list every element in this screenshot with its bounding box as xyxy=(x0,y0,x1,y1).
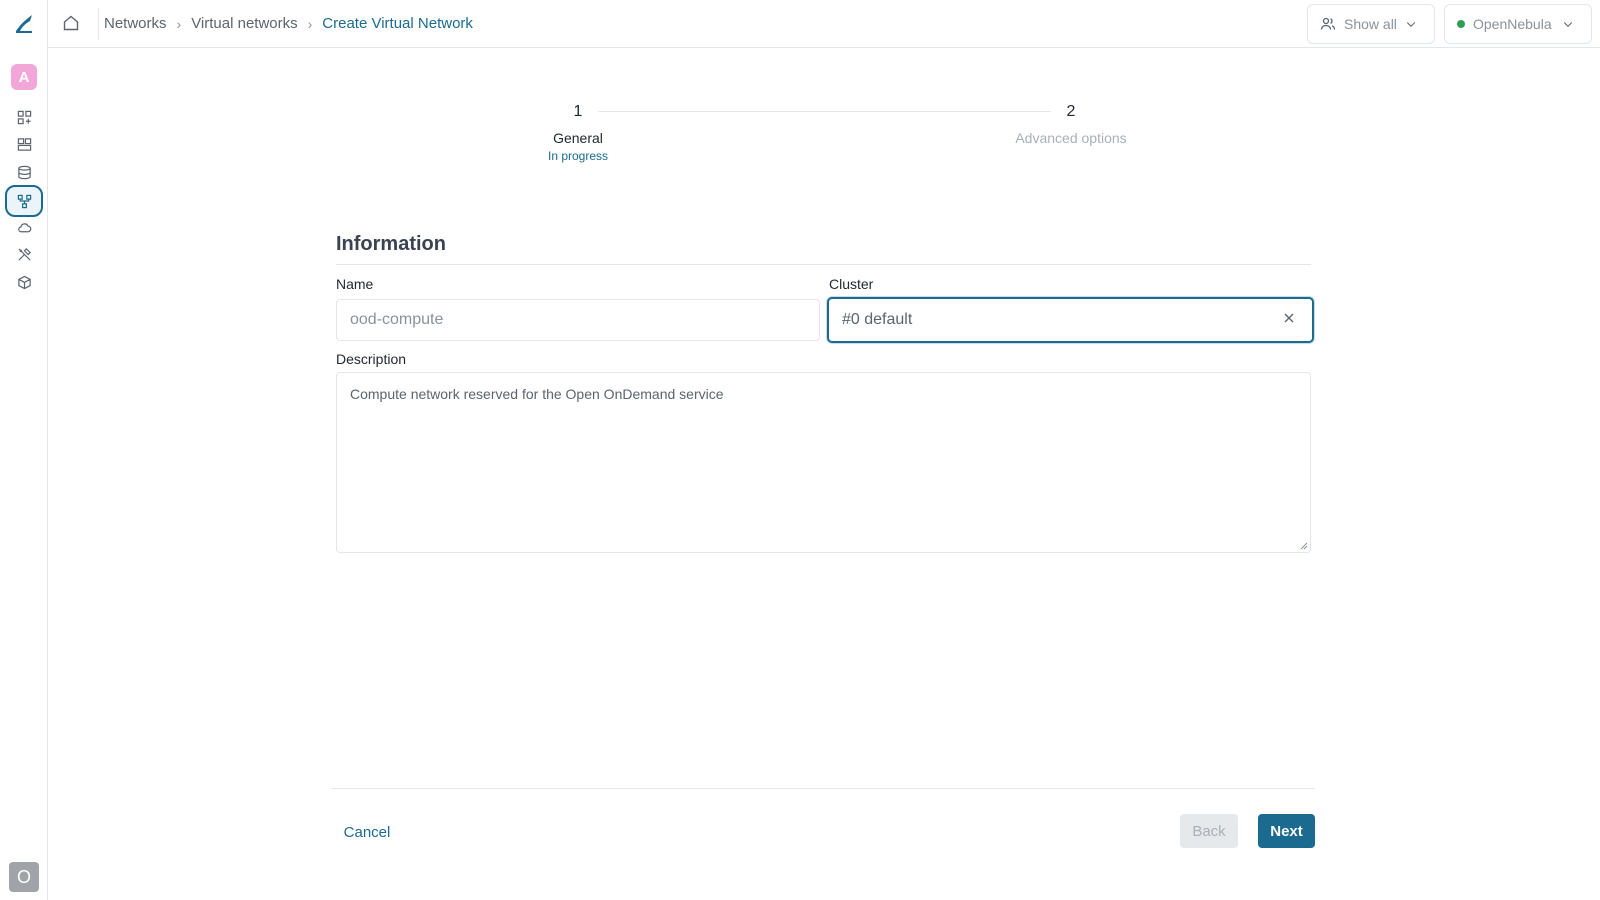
description-value: Compute network reserved for the Open On… xyxy=(350,386,724,402)
section-title: Information xyxy=(336,233,446,255)
footer-divider xyxy=(332,788,1315,789)
breadcrumb-create-virtual-network: Create Virtual Network xyxy=(322,15,473,32)
tools-icon[interactable] xyxy=(14,244,34,264)
zone-label: OpenNebula xyxy=(1473,16,1552,32)
breadcrumb-networks[interactable]: Networks xyxy=(104,15,167,32)
cloud-icon[interactable] xyxy=(14,217,34,237)
step-2-label: Advanced options xyxy=(1015,130,1127,146)
dashboard-add-icon[interactable] xyxy=(14,107,34,127)
network-icon[interactable] xyxy=(5,185,43,217)
cluster-label: Cluster xyxy=(829,276,874,292)
stepper-connector xyxy=(598,111,1051,112)
chevron-down-icon xyxy=(1406,22,1416,27)
chevron-down-icon xyxy=(1563,22,1572,27)
user-avatar[interactable]: O xyxy=(9,862,39,892)
chevron-right-icon: › xyxy=(176,15,182,32)
opennebula-logo-icon[interactable] xyxy=(12,11,36,35)
step-2-number: 2 xyxy=(1066,103,1076,120)
zone-dropdown[interactable]: OpenNebula xyxy=(1444,4,1592,44)
group-avatar[interactable]: A xyxy=(11,64,37,90)
breadcrumb: Networks › Virtual networks › Create Vir… xyxy=(104,15,473,32)
back-button[interactable]: Back xyxy=(1180,814,1238,848)
sidebar: A O xyxy=(0,0,48,900)
description-textarea[interactable]: Compute network reserved for the Open On… xyxy=(336,372,1311,553)
cancel-button[interactable]: Cancel xyxy=(336,816,398,848)
description-label: Description xyxy=(336,351,407,367)
step-1-label: General xyxy=(553,130,603,146)
zone-status-dot xyxy=(1457,20,1465,28)
header-divider xyxy=(98,8,99,40)
top-header: Networks › Virtual networks › Create Vir… xyxy=(48,0,1600,48)
storage-icon[interactable] xyxy=(14,162,34,182)
step-1-number: 1 xyxy=(573,103,583,120)
cluster-value: #0 default xyxy=(842,311,913,328)
name-label: Name xyxy=(336,276,374,292)
group-filter-label: Show all xyxy=(1344,16,1397,32)
templates-icon[interactable] xyxy=(14,134,34,154)
resize-grip-icon[interactable] xyxy=(1300,542,1308,550)
home-icon[interactable] xyxy=(62,14,80,32)
cluster-autocomplete[interactable]: #0 default xyxy=(827,297,1314,343)
breadcrumb-virtual-networks[interactable]: Virtual networks xyxy=(191,15,297,32)
next-button[interactable]: Next xyxy=(1258,814,1315,848)
group-filter-dropdown[interactable]: Show all xyxy=(1307,4,1435,44)
step-1-status: In progress xyxy=(547,149,609,163)
users-icon xyxy=(1320,17,1336,30)
cube-icon[interactable] xyxy=(14,272,34,292)
section-divider xyxy=(336,264,1311,265)
chevron-right-icon: › xyxy=(307,15,313,32)
clear-icon[interactable] xyxy=(1282,311,1296,325)
name-input[interactable]: ood-compute xyxy=(336,299,820,341)
